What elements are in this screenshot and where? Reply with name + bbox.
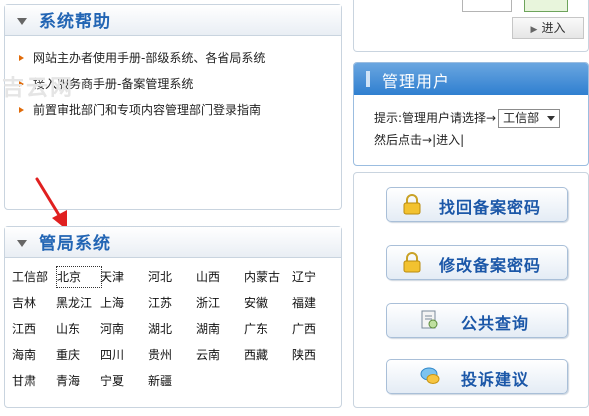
annotation-arrow-icon — [35, 177, 67, 230]
service-panel: 找回备案密码 修改备案密码 公共查询 投诉建议 — [353, 172, 589, 408]
search-doc-icon — [421, 310, 438, 329]
province-link[interactable]: 海南 — [12, 344, 56, 366]
province-panel-header: 管局系统 — [5, 227, 341, 258]
province-link[interactable]: 安徽 — [244, 292, 288, 314]
help-panel-header: 系统帮助 — [5, 5, 341, 36]
change-password-button[interactable]: 修改备案密码 — [386, 245, 568, 280]
province-link[interactable]: 广西 — [292, 318, 336, 340]
province-link[interactable]: 天津 — [100, 266, 144, 288]
collapse-triangle-icon[interactable] — [17, 18, 27, 25]
province-link[interactable]: 江西 — [12, 318, 56, 340]
admin-dept-select[interactable]: 工信部 — [498, 109, 561, 128]
province-link[interactable]: 宁夏 — [100, 370, 144, 392]
login-enter-button[interactable]: ▶ 进入 — [512, 17, 584, 39]
admin-prompt: 提示:管理用户请选择→ — [374, 111, 497, 125]
province-link[interactable]: 工信部 — [12, 266, 56, 288]
province-link[interactable]: 江苏 — [148, 292, 192, 314]
province-link[interactable]: 青海 — [56, 370, 100, 392]
province-link[interactable]: 内蒙古 — [244, 266, 288, 288]
help-link-owner-manual[interactable]: 网站主办者使用手册-部级系统、各省局系统 — [17, 45, 265, 71]
province-link[interactable]: 福建 — [292, 292, 336, 314]
province-link[interactable]: 上海 — [100, 292, 144, 314]
lock-icon — [403, 194, 421, 215]
collapse-triangle-icon[interactable] — [17, 240, 27, 247]
help-panel-title: 系统帮助 — [39, 12, 111, 32]
bullet-arrow-icon — [19, 107, 24, 113]
chevron-down-icon — [547, 116, 556, 121]
header-bar-icon — [366, 71, 370, 87]
province-link[interactable]: 湖北 — [148, 318, 192, 340]
province-link[interactable]: 黑龙江 — [56, 292, 100, 314]
province-link[interactable]: 湖南 — [196, 318, 240, 340]
change-password-label: 修改备案密码 — [439, 256, 542, 275]
province-link[interactable]: 河北 — [148, 266, 192, 288]
captcha-input[interactable] — [462, 0, 512, 12]
complaint-button[interactable]: 投诉建议 — [386, 359, 568, 394]
play-arrow-icon: ▶ — [530, 25, 538, 35]
lock-icon — [403, 252, 421, 273]
province-link[interactable]: 新疆 — [148, 370, 192, 392]
province-link[interactable]: 河南 — [100, 318, 144, 340]
admin-panel-body: 提示:管理用户请选择→ 工信部 然后点击→|进入| — [374, 107, 561, 151]
admin-panel: 管理用户 提示:管理用户请选择→ 工信部 然后点击→|进入| — [353, 62, 589, 166]
captcha-image[interactable] — [524, 0, 568, 12]
province-link[interactable]: 贵州 — [148, 344, 192, 366]
province-link[interactable]: 西藏 — [244, 344, 288, 366]
public-query-label: 公共查询 — [461, 314, 530, 333]
recover-password-label: 找回备案密码 — [439, 198, 542, 217]
province-panel-title: 管局系统 — [39, 234, 111, 254]
province-link[interactable]: 北京 — [56, 266, 102, 288]
bullet-arrow-icon — [19, 55, 24, 61]
province-link[interactable]: 山东 — [56, 318, 100, 340]
watermark: 吉云网 — [2, 76, 75, 101]
chat-icon — [420, 367, 440, 384]
admin-enter-link[interactable]: |进入| — [432, 133, 464, 147]
province-link[interactable]: 吉林 — [12, 292, 56, 314]
province-link[interactable]: 广东 — [244, 318, 288, 340]
province-link[interactable]: 辽宁 — [292, 266, 336, 288]
province-link[interactable]: 浙江 — [196, 292, 240, 314]
public-query-button[interactable]: 公共查询 — [386, 303, 568, 338]
province-link[interactable]: 重庆 — [56, 344, 100, 366]
admin-panel-title: 管理用户 — [382, 72, 451, 91]
province-link[interactable]: 四川 — [100, 344, 144, 366]
province-link[interactable]: 云南 — [196, 344, 240, 366]
complaint-label: 投诉建议 — [461, 370, 530, 389]
login-box: ▶ 进入 — [353, 0, 589, 52]
recover-password-button[interactable]: 找回备案密码 — [386, 187, 568, 222]
province-link[interactable]: 山西 — [196, 266, 240, 288]
province-link[interactable]: 陕西 — [292, 344, 336, 366]
province-link[interactable]: 甘肃 — [12, 370, 56, 392]
admin-then-click: 然后点击→ — [374, 133, 433, 147]
admin-panel-header: 管理用户 — [354, 63, 588, 95]
